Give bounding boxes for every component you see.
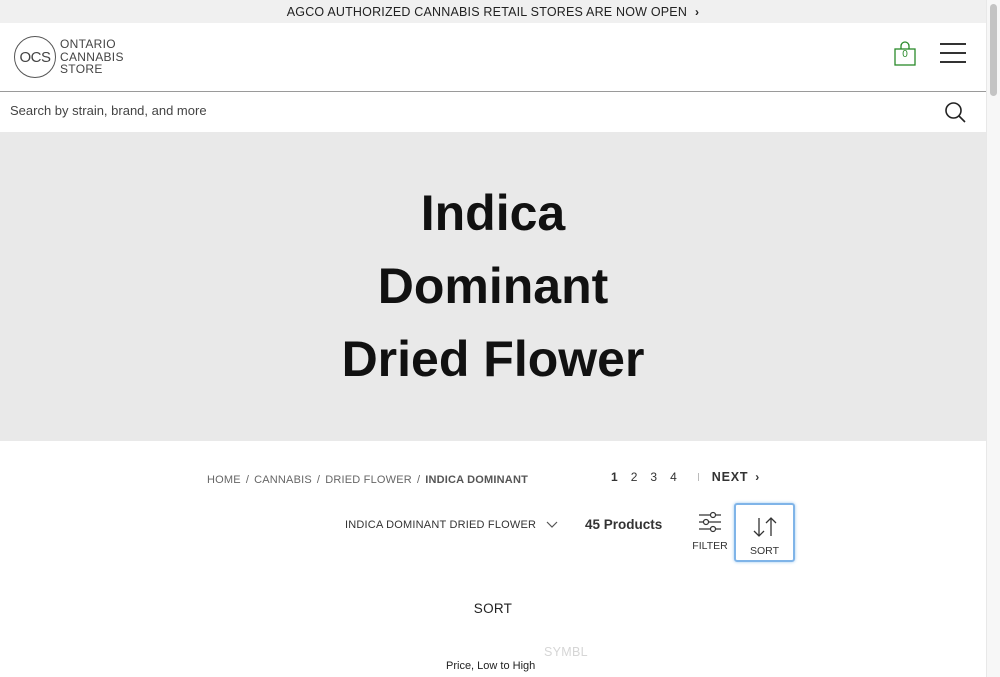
sort-button[interactable]: SORT (734, 503, 795, 562)
sort-option-price-low-high[interactable]: Price, Low to High (446, 660, 535, 672)
page-title-line-3: Dried Flower (341, 331, 645, 387)
search-bar (0, 92, 986, 132)
chevron-down-icon (546, 521, 558, 528)
page-3[interactable]: 3 (650, 470, 657, 484)
next-page-button[interactable]: NEXT (712, 470, 749, 484)
site-header: OCS ONTARIO CANNABIS STORE 0 (0, 23, 986, 92)
breadcrumb-current: INDICA DOMINANT (425, 474, 529, 486)
hero-banner: Indica Dominant Dried Flower (0, 132, 986, 441)
chevron-right-icon: › (695, 4, 700, 19)
logo-line-1: ONTARIO (60, 37, 116, 52)
pagination: 1 2 3 4 NEXT › (611, 470, 759, 484)
sort-label: SORT (750, 545, 779, 557)
page-title-line-2: Dominant (377, 258, 609, 314)
breadcrumb-separator: / (245, 474, 250, 486)
page-1[interactable]: 1 (611, 470, 618, 484)
filter-button[interactable]: FILTER (690, 511, 730, 561)
category-dropdown[interactable]: INDICA DOMINANT DRIED FLOWER (345, 519, 558, 531)
logo-line-3: STORE (60, 62, 103, 77)
page-title-line-1: Indica (420, 185, 566, 241)
announcement-text[interactable]: AGCO AUTHORIZED CANNABIS RETAIL STORES A… (287, 5, 687, 19)
search-input[interactable] (10, 103, 910, 118)
page-2[interactable]: 2 (631, 470, 638, 484)
breadcrumb: HOME / CANNABIS / DRIED FLOWER / INDICA DOMINA… (207, 474, 528, 486)
page-title: Indica Dominant Dried Flower (313, 177, 673, 396)
breadcrumb-dried-flower[interactable]: DRIED FLOWER (325, 474, 412, 486)
sort-panel-heading: SORT (473, 601, 513, 616)
breadcrumb-separator: / (316, 474, 321, 486)
search-icon[interactable] (944, 101, 966, 123)
logo-mark: OCS (14, 36, 56, 78)
logo-wordmark: ONTARIO CANNABIS STORE (60, 38, 124, 76)
sort-arrows-icon (753, 517, 776, 537)
product-count: 45 Products (585, 517, 663, 532)
announcement-bar[interactable]: AGCO AUTHORIZED CANNABIS RETAIL STORES A… (0, 0, 986, 23)
chevron-right-icon: › (755, 470, 760, 484)
breadcrumb-cannabis[interactable]: CANNABIS (254, 474, 312, 486)
page-scrollbar[interactable] (986, 0, 1000, 677)
hamburger-menu-icon[interactable] (940, 43, 966, 65)
filter-sliders-icon (699, 511, 721, 533)
category-dropdown-label: INDICA DOMINANT DRIED FLOWER (345, 519, 537, 531)
cart-count: 0 (902, 49, 908, 60)
background-product-brand: SYMBL (544, 645, 588, 659)
breadcrumb-home[interactable]: HOME (207, 474, 241, 486)
page-4[interactable]: 4 (670, 470, 677, 484)
ocs-logo[interactable]: OCS ONTARIO CANNABIS STORE (14, 36, 124, 78)
pagination-divider (697, 473, 699, 481)
filter-label: FILTER (692, 540, 728, 552)
cart-button[interactable]: 0 (894, 41, 916, 67)
breadcrumb-separator: / (416, 474, 421, 486)
scrollbar-thumb[interactable] (990, 4, 997, 96)
